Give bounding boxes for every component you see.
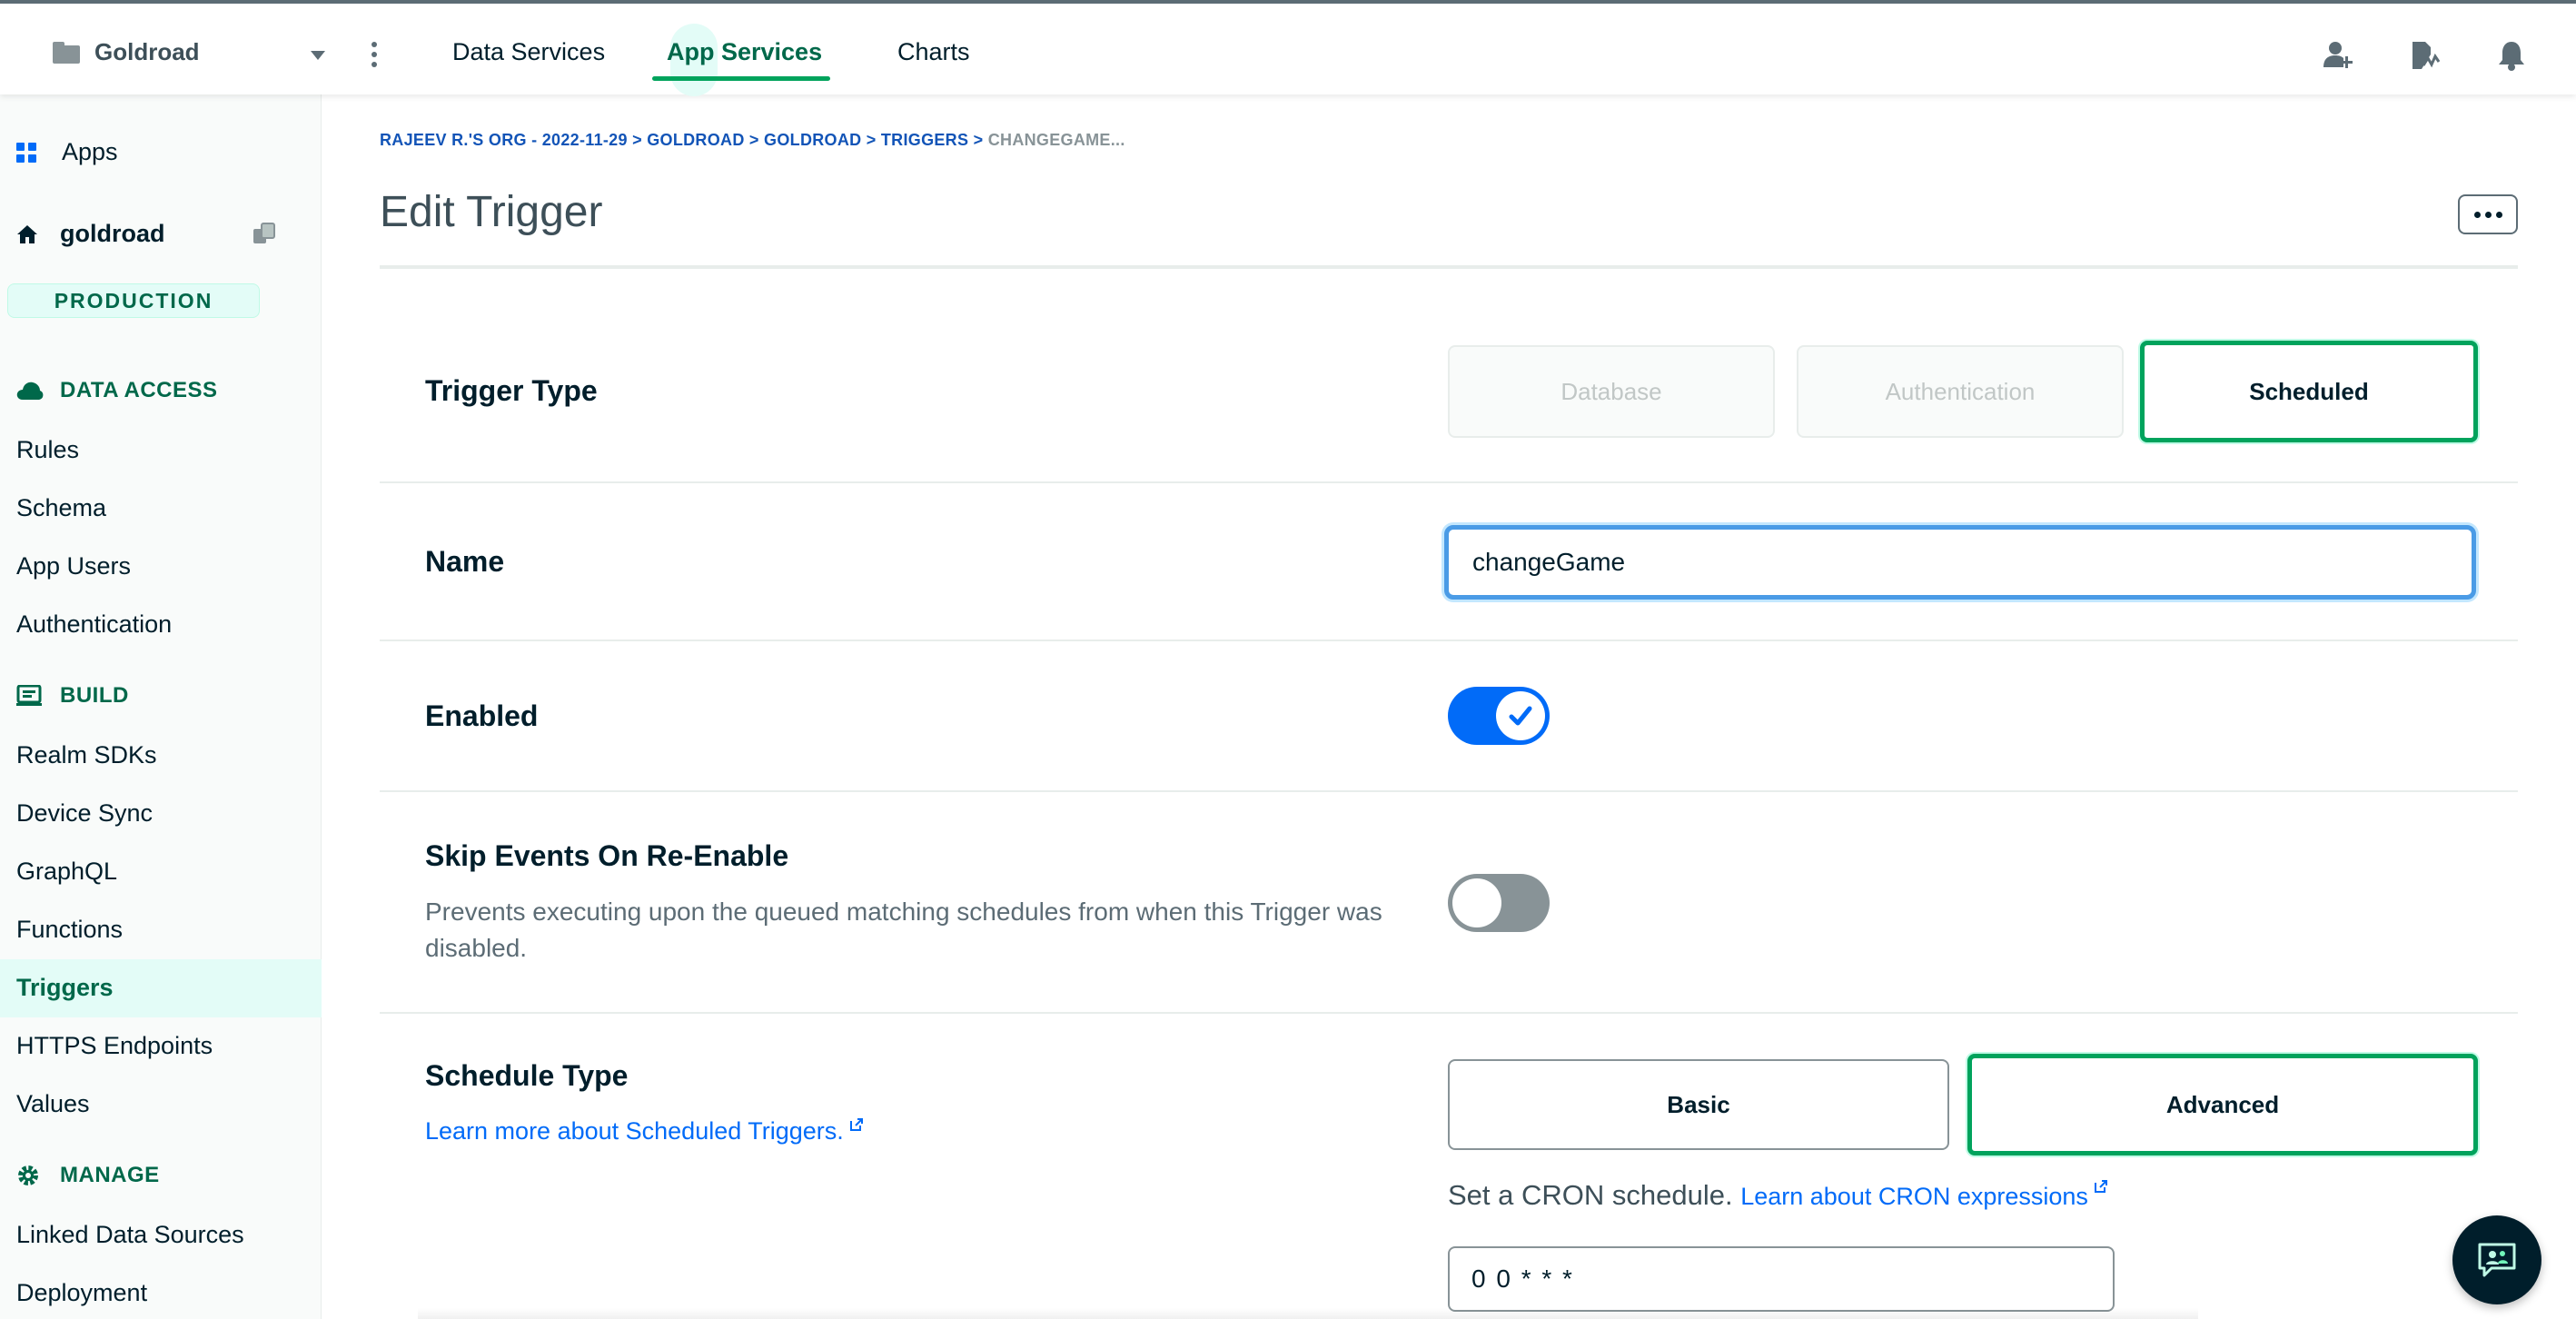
sidebar: Apps goldroad PRODUCTION DATA ACCESS Rul…	[0, 94, 322, 1319]
sidebar-item-functions[interactable]: Functions	[16, 916, 123, 944]
sidebar-item-label: Apps	[62, 138, 118, 165]
sidebar-item-authentication[interactable]: Authentication	[16, 610, 172, 639]
tab-charts[interactable]: Charts	[897, 38, 970, 66]
page-title: Edit Trigger	[380, 188, 603, 236]
link-text: Learn about CRON expressions	[1740, 1183, 2088, 1210]
sidebar-item-schema[interactable]: Schema	[16, 494, 106, 522]
skip-events-label: Skip Events On Re-Enable	[425, 839, 789, 872]
activity-feed-icon[interactable]	[2409, 40, 2440, 71]
cron-expression-input[interactable]	[1448, 1246, 2115, 1312]
section-title: MANAGE	[60, 1163, 160, 1187]
title-divider	[380, 265, 2518, 269]
sidebar-item-deployment[interactable]: Deployment	[16, 1279, 147, 1307]
chat-support-icon	[2478, 1243, 2516, 1277]
toggle-knob	[1452, 878, 1501, 927]
section-manage: MANAGE	[16, 1163, 160, 1188]
sidebar-item-https-endpoints[interactable]: HTTPS Endpoints	[16, 1032, 213, 1060]
row-divider	[380, 481, 2518, 483]
tab-app-services[interactable]: App Services	[667, 38, 822, 66]
link-text: Learn more about Scheduled Triggers.	[425, 1117, 844, 1145]
skip-events-description: Prevents executing upon the queued match…	[425, 898, 1382, 962]
top-navigation-bar: Goldroad Data Services App Services Char…	[0, 0, 2576, 96]
breadcrumb-app[interactable]: GOLDROAD	[764, 131, 861, 149]
external-link-icon	[2094, 1180, 2107, 1193]
breadcrumb-separator: >	[744, 131, 765, 149]
bell-icon[interactable]	[2496, 40, 2527, 71]
app-name: goldroad	[60, 220, 165, 247]
tab-data-services[interactable]: Data Services	[452, 38, 605, 66]
more-options-button[interactable]	[2458, 194, 2518, 234]
schedule-type-basic[interactable]: Basic	[1448, 1059, 1949, 1150]
apps-grid-icon	[16, 142, 36, 163]
section-title: DATA ACCESS	[60, 378, 218, 402]
trigger-type-scheduled[interactable]: Scheduled	[2140, 341, 2478, 442]
cron-caption-text: Set a CRON schedule.	[1448, 1179, 1733, 1211]
row-divider	[380, 640, 2518, 641]
breadcrumb-current: CHANGEGAME...	[987, 131, 1125, 149]
sidebar-app-home[interactable]: goldroad	[16, 220, 165, 248]
project-name: Goldroad	[94, 38, 200, 65]
breadcrumb-org[interactable]: RAJEEV R.'S ORG - 2022-11-29	[380, 131, 628, 149]
row-divider	[380, 1012, 2518, 1014]
laptop-icon	[16, 685, 42, 706]
toggle-knob	[1496, 691, 1545, 740]
project-selector[interactable]: Goldroad	[53, 38, 200, 66]
sidebar-item-app-users[interactable]: App Users	[16, 552, 131, 580]
section-data-access: DATA ACCESS	[16, 378, 218, 403]
support-chat-button[interactable]	[2452, 1215, 2541, 1304]
trigger-type-database[interactable]: Database	[1448, 345, 1775, 438]
cloud-icon	[16, 382, 44, 400]
sidebar-item-triggers[interactable]: Triggers	[16, 974, 114, 1002]
sidebar-item-rules[interactable]: Rules	[16, 436, 79, 464]
checkmark-icon	[1509, 706, 1532, 726]
sidebar-item-linked-data-sources[interactable]: Linked Data Sources	[16, 1221, 244, 1249]
breadcrumb: RAJEEV R.'S ORG - 2022-11-29 > GOLDROAD …	[380, 131, 1125, 150]
environment-badge: PRODUCTION	[7, 283, 260, 318]
project-menu-icon[interactable]	[371, 42, 378, 69]
skip-events-toggle[interactable]	[1448, 874, 1550, 932]
breadcrumb-separator: >	[968, 131, 988, 149]
sidebar-item-realm-sdks[interactable]: Realm SDKs	[16, 741, 157, 769]
active-tab-indicator	[652, 76, 830, 81]
breadcrumb-triggers[interactable]: TRIGGERS	[881, 131, 968, 149]
section-title: BUILD	[60, 683, 129, 708]
trigger-name-input[interactable]	[1444, 525, 2476, 600]
enabled-label: Enabled	[425, 699, 539, 732]
sidebar-item-device-sync[interactable]: Device Sync	[16, 799, 153, 828]
breadcrumb-separator: >	[627, 131, 648, 149]
invite-user-icon[interactable]	[2323, 40, 2354, 71]
breadcrumb-project[interactable]: GOLDROAD	[647, 131, 744, 149]
trigger-type-label: Trigger Type	[425, 374, 598, 407]
sidebar-item-graphql[interactable]: GraphQL	[16, 858, 117, 886]
sidebar-item-apps[interactable]: Apps	[16, 138, 118, 166]
enabled-toggle[interactable]	[1448, 687, 1550, 745]
breadcrumb-separator: >	[861, 131, 881, 149]
row-divider	[380, 790, 2518, 792]
trigger-type-authentication[interactable]: Authentication	[1797, 345, 2124, 438]
external-link-icon	[849, 1118, 863, 1131]
cron-expressions-link[interactable]: Learn about CRON expressions	[1740, 1180, 2108, 1210]
home-icon	[17, 224, 37, 243]
cron-caption: Set a CRON schedule. Learn about CRON ex…	[1448, 1179, 2108, 1212]
schedule-type-advanced[interactable]: Advanced	[1967, 1054, 2478, 1155]
copy-app-id-icon[interactable]	[253, 222, 280, 247]
schedule-type-label: Schedule Type	[425, 1059, 629, 1092]
name-label: Name	[425, 545, 505, 578]
chevron-down-icon[interactable]	[311, 51, 325, 60]
folder-icon	[53, 41, 80, 64]
section-build: BUILD	[16, 683, 129, 709]
learn-more-scheduled-triggers-link[interactable]: Learn more about Scheduled Triggers.	[425, 1117, 864, 1145]
sidebar-item-values[interactable]: Values	[16, 1090, 90, 1118]
gear-icon	[18, 1165, 38, 1185]
scroll-shadow	[418, 1308, 2198, 1319]
